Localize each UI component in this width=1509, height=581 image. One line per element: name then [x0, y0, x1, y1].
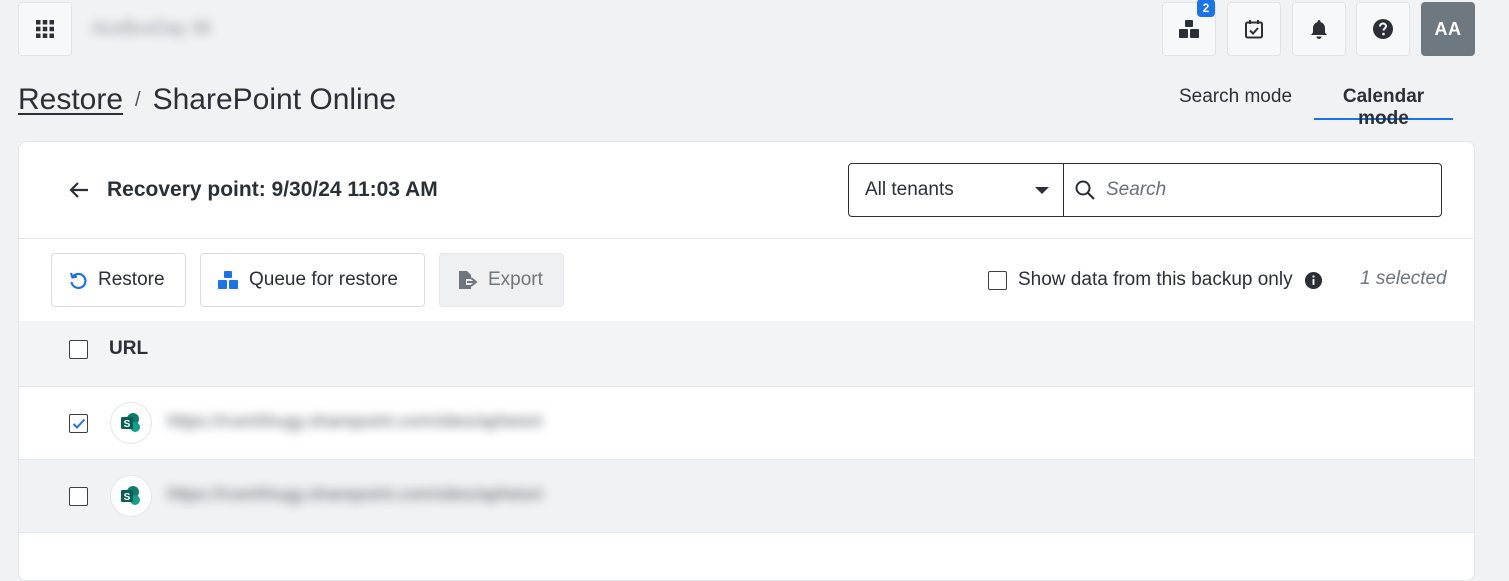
info-icon[interactable]	[1304, 271, 1323, 290]
queue-count-badge: 2	[1197, 0, 1215, 17]
queue-button-label: Queue for restore	[249, 269, 398, 290]
queue-for-restore-button[interactable]: Queue for restore	[200, 253, 425, 307]
card-header: Recovery point: 9/30/24 11:03 AM All ten…	[19, 142, 1474, 239]
help-icon	[1373, 19, 1393, 39]
select-all-checkbox[interactable]	[69, 340, 88, 359]
user-avatar[interactable]: AA	[1421, 2, 1475, 56]
recovery-point-card: Recovery point: 9/30/24 11:03 AM All ten…	[18, 141, 1475, 581]
restore-queue-button[interactable]: 2	[1162, 0, 1216, 56]
table-header	[19, 321, 1474, 387]
page-title: SharePoint Online	[152, 83, 397, 116]
queue-icon	[1179, 20, 1199, 38]
sharepoint-site-icon: S	[110, 402, 152, 444]
svg-text:S: S	[124, 492, 131, 503]
breadcrumb-restore-link[interactable]: Restore	[18, 83, 123, 117]
schedule-button[interactable]	[1227, 2, 1281, 56]
help-button[interactable]	[1356, 2, 1410, 56]
restore-button[interactable]: Restore	[51, 253, 186, 307]
row-checkbox[interactable]	[69, 487, 88, 506]
notifications-button[interactable]	[1292, 2, 1346, 56]
table-row[interactable]: S https://rcenhhugy.sharepoint.com/sites…	[19, 460, 1474, 533]
queue-icon	[218, 271, 238, 289]
checkmark-icon	[72, 418, 85, 429]
svg-text:S: S	[124, 419, 131, 430]
app-launcher-button[interactable]	[18, 2, 72, 56]
row-url: https://rcenhhugy.sharepoint.com/sites/a…	[167, 411, 543, 431]
sharepoint-icon: S	[121, 486, 140, 505]
selected-count: 1 selected	[1360, 268, 1447, 289]
row-checkbox[interactable]	[69, 414, 88, 433]
export-file-icon	[459, 271, 478, 289]
chevron-down-icon	[1035, 187, 1049, 194]
tab-search-mode[interactable]: Search mode	[1177, 86, 1294, 120]
recovery-point-title: Recovery point: 9/30/24 11:03 AM	[107, 178, 438, 201]
search-icon	[1075, 180, 1095, 200]
table-row[interactable]: S https://rcenhhugy.sharepoint.com/sites…	[19, 387, 1474, 460]
search-input[interactable]	[1104, 178, 1424, 202]
search-box[interactable]	[1063, 163, 1442, 217]
calendar-check-icon	[1245, 20, 1263, 39]
row-url: https://rcenhhugy.sharepoint.com/sites/a…	[167, 484, 543, 504]
breadcrumb-separator: /	[135, 88, 141, 111]
export-button[interactable]: Export	[439, 253, 564, 307]
undo-icon	[69, 272, 87, 289]
tab-calendar-mode[interactable]: Calendar mode	[1314, 86, 1453, 129]
top-bar: AceBoxDay 36 2 AA	[0, 0, 1509, 60]
grid-icon	[36, 20, 54, 38]
show-data-checkbox[interactable]	[988, 270, 1007, 290]
show-data-label: Show data from this backup only	[1018, 269, 1293, 290]
restore-button-label: Restore	[98, 269, 165, 290]
back-arrow-icon[interactable]	[67, 178, 91, 202]
breadcrumb: Restore / SharePoint Online	[18, 80, 396, 120]
tenant-select[interactable]: All tenants	[848, 163, 1064, 217]
show-data-from-backup-toggle[interactable]: Show data from this backup only	[988, 266, 1323, 294]
tenant-select-value: All tenants	[865, 179, 954, 200]
column-header-url[interactable]: URL	[109, 338, 148, 360]
export-button-label: Export	[488, 269, 543, 290]
organization-name: AceBoxDay 36	[92, 17, 212, 38]
sharepoint-site-icon: S	[110, 475, 152, 517]
sharepoint-icon: S	[121, 413, 140, 432]
bell-icon	[1311, 20, 1327, 39]
